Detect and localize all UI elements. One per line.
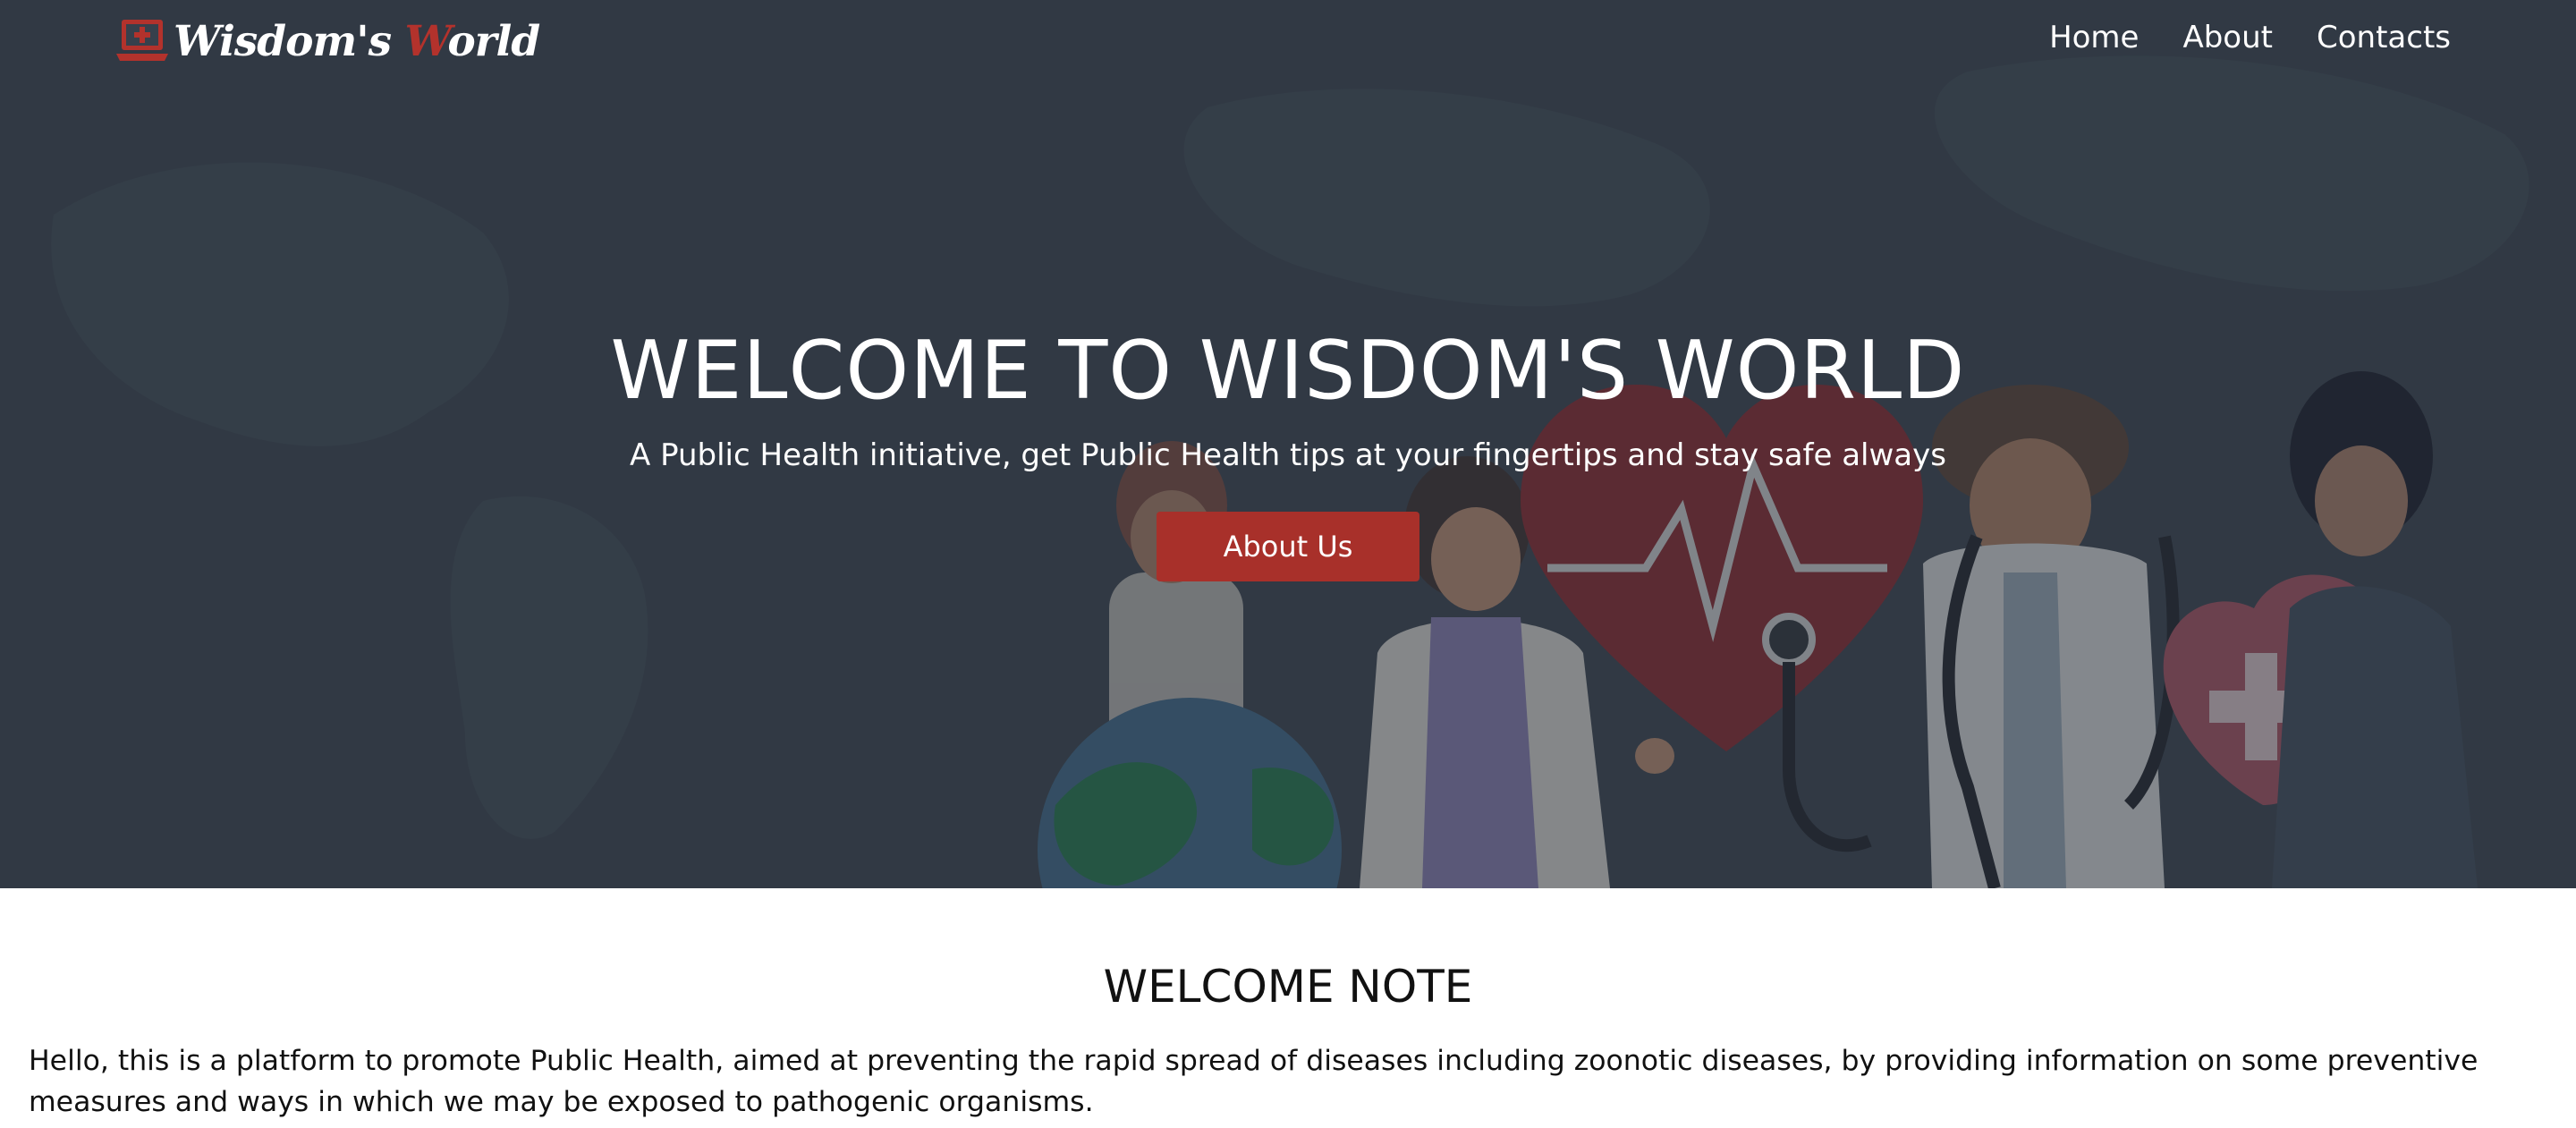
nav-home-link[interactable]: Home xyxy=(2049,16,2139,59)
brand-name: Wisdom's World xyxy=(174,16,540,66)
nav-about-link[interactable]: About xyxy=(2182,16,2273,59)
navbar: Wisdom's World Home About Contacts xyxy=(0,0,2576,81)
brand-logo[interactable]: Wisdom's World xyxy=(114,13,540,70)
about-us-button[interactable]: About Us xyxy=(1157,512,1419,581)
welcome-note-title: WELCOME NOTE xyxy=(1103,961,1473,1013)
nav-links: Home About Contacts xyxy=(2049,16,2451,59)
hero-content: WELCOME TO WISDOM'S WORLD A Public Healt… xyxy=(0,322,2576,581)
nav-contacts-link[interactable]: Contacts xyxy=(2317,16,2451,59)
welcome-note-text: Hello, this is a platform to promote Pub… xyxy=(29,1045,2479,1118)
welcome-note-section: WELCOME NOTE Hello, this is a platform t… xyxy=(0,888,2576,1128)
hero-title: WELCOME TO WISDOM'S WORLD xyxy=(610,324,1966,418)
laptop-medical-icon xyxy=(116,20,168,61)
hero-section: Wisdom's World Home About Contacts WELCO… xyxy=(0,0,2576,888)
hero-subtitle: A Public Health initiative, get Public H… xyxy=(630,437,1946,473)
